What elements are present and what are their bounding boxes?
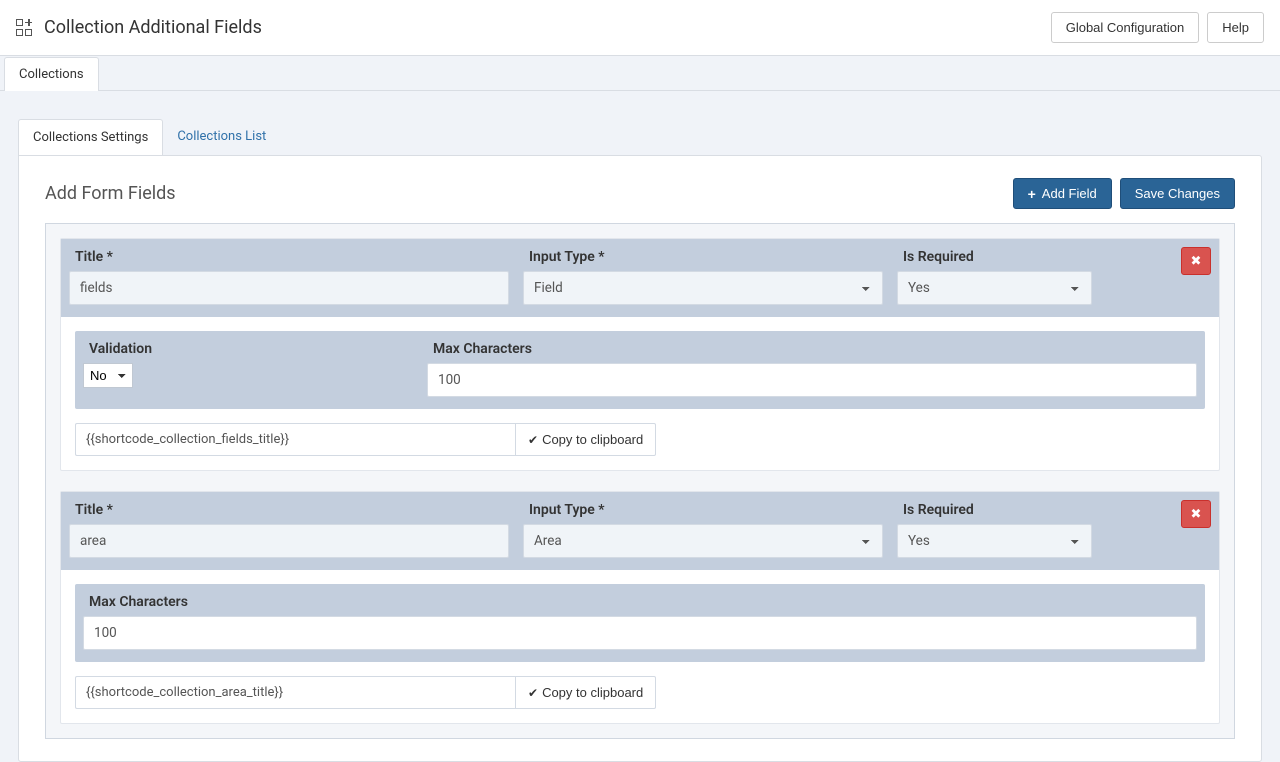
app-icon [16, 19, 34, 37]
fields-wrap: Title * Input Type * Field Is Required Y… [45, 223, 1235, 739]
label-input-type: Input Type * [523, 249, 883, 265]
max-chars-input[interactable] [427, 363, 1197, 397]
col-required: Is Required Yes [897, 502, 1092, 558]
close-icon: ✖ [1191, 506, 1202, 522]
col-input-type: Input Type * Area [523, 502, 883, 558]
copy-label: Copy to clipboard [542, 685, 643, 700]
label-title: Title * [69, 502, 509, 518]
content: Collections Settings Collections List Ad… [0, 91, 1280, 762]
field-block: Title * Input Type * Field Is Required Y… [60, 238, 1220, 471]
topbar-right: Global Configuration Help [1051, 12, 1264, 43]
help-button[interactable]: Help [1207, 12, 1264, 43]
copy-label: Copy to clipboard [542, 432, 643, 447]
label-max-chars: Max Characters [83, 594, 1197, 610]
copy-button[interactable]: ✔ Copy to clipboard [515, 676, 656, 709]
panel-actions: + Add Field Save Changes [1013, 178, 1235, 209]
field-block: Title * Input Type * Area Is Required Ye… [60, 491, 1220, 724]
title-input[interactable] [69, 271, 509, 305]
required-select[interactable]: Yes [897, 271, 1092, 305]
shortcode-row: ✔ Copy to clipboard [75, 676, 1205, 709]
label-validation: Validation [83, 341, 413, 357]
input-type-select[interactable]: Field [523, 271, 883, 305]
add-field-label: Add Field [1042, 186, 1097, 201]
tab-collections[interactable]: Collections [4, 57, 99, 91]
main-panel: Add Form Fields + Add Field Save Changes… [18, 155, 1262, 762]
col-required: Is Required Yes [897, 249, 1092, 305]
close-icon: ✖ [1191, 253, 1202, 269]
topbar: Collection Additional Fields Global Conf… [0, 0, 1280, 56]
col-input-type: Input Type * Field [523, 249, 883, 305]
shortcode-input[interactable] [75, 423, 515, 456]
panel-head: Add Form Fields + Add Field Save Changes [45, 178, 1235, 209]
copy-button[interactable]: ✔ Copy to clipboard [515, 423, 656, 456]
label-title: Title * [69, 249, 509, 265]
validation-select[interactable]: No [83, 363, 133, 388]
col-max-chars: Max Characters [427, 341, 1197, 397]
plus-icon: + [1028, 187, 1036, 201]
panel-title: Add Form Fields [45, 183, 176, 204]
add-field-button[interactable]: + Add Field [1013, 178, 1112, 209]
col-validation: Validation No [83, 341, 413, 397]
tab-collections-list[interactable]: Collections List [163, 119, 280, 155]
shortcode-input[interactable] [75, 676, 515, 709]
shortcode-row: ✔ Copy to clipboard [75, 423, 1205, 456]
input-type-select[interactable]: Area [523, 524, 883, 558]
save-changes-button[interactable]: Save Changes [1120, 178, 1235, 209]
max-chars-input[interactable] [83, 616, 1197, 650]
label-required: Is Required [897, 502, 1092, 518]
check-icon: ✔ [528, 433, 538, 447]
required-select[interactable]: Yes [897, 524, 1092, 558]
tab-collections-settings[interactable]: Collections Settings [18, 119, 163, 155]
col-title: Title * [69, 249, 509, 305]
topbar-left: Collection Additional Fields [16, 17, 262, 38]
title-input[interactable] [69, 524, 509, 558]
field-header-row: Title * Input Type * Area Is Required Ye… [61, 492, 1219, 570]
delete-field-button[interactable]: ✖ [1181, 500, 1211, 528]
col-max-chars: Max Characters [83, 594, 1197, 650]
check-icon: ✔ [528, 686, 538, 700]
label-required: Is Required [897, 249, 1092, 265]
label-input-type: Input Type * [523, 502, 883, 518]
label-max-chars: Max Characters [427, 341, 1197, 357]
inner-tabs: Collections Settings Collections List [18, 119, 1262, 155]
col-title: Title * [69, 502, 509, 558]
subnav: Collections [0, 56, 1280, 91]
delete-field-button[interactable]: ✖ [1181, 247, 1211, 275]
field-sub-row: Max Characters [75, 584, 1205, 662]
field-sub-row: Validation No Max Characters [75, 331, 1205, 409]
field-header-row: Title * Input Type * Field Is Required Y… [61, 239, 1219, 317]
page-title: Collection Additional Fields [44, 17, 262, 38]
global-config-button[interactable]: Global Configuration [1051, 12, 1200, 43]
